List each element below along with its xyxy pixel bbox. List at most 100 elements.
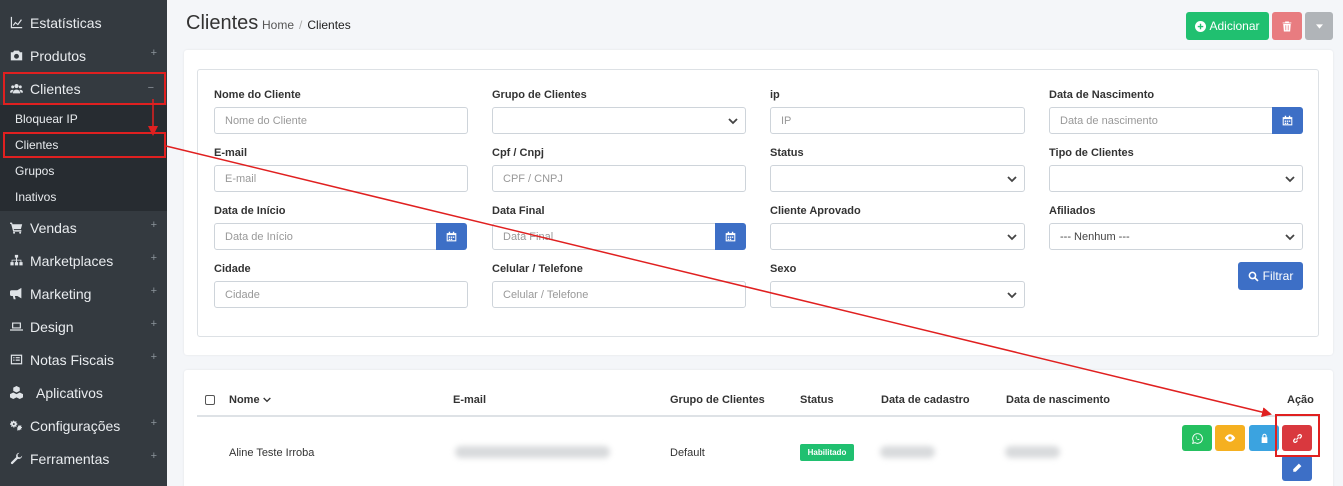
nav-item-clientes[interactable]: Clientes − (3, 72, 166, 105)
nav-item-vendas[interactable]: Vendas + (0, 211, 167, 244)
nav-label: Ferramentas (30, 450, 110, 467)
grupo-label: Grupo de Clientes (492, 89, 587, 101)
nav-label: Design (30, 318, 74, 335)
eye-icon (1224, 434, 1236, 442)
status-label: Status (770, 147, 804, 159)
afiliados-value: --- Nenhum --- (1060, 230, 1130, 243)
expand-icon[interactable]: + (151, 351, 157, 363)
whatsapp-icon (1191, 432, 1203, 444)
nav-label: Vendas (30, 219, 77, 236)
celular-label: Celular / Telefone (492, 263, 583, 275)
grupo-select[interactable] (492, 107, 746, 134)
column-header-email: E-mail (453, 394, 487, 406)
column-header-nome[interactable]: Nome (229, 394, 271, 406)
nascimento-calendar-button[interactable] (1272, 107, 1303, 134)
breadcrumb-separator: / (299, 18, 303, 32)
nome-input[interactable]: Nome do Cliente (214, 107, 468, 134)
expand-icon[interactable]: + (151, 219, 157, 231)
chevron-down-icon (1285, 176, 1295, 183)
ip-label: ip (770, 89, 780, 101)
nav-label: Marketing (30, 285, 92, 302)
final-input[interactable]: Data Final (492, 223, 716, 250)
nascimento-input[interactable]: Data de nascimento (1049, 107, 1273, 134)
nav-label: Configurações (30, 417, 121, 434)
filter-button[interactable]: Filtrar (1238, 262, 1303, 290)
cidade-label: Cidade (214, 263, 251, 275)
email-input[interactable]: E-mail (214, 165, 468, 192)
page-title: Clientes (186, 12, 259, 34)
nav-item-design[interactable]: Design + (0, 310, 167, 343)
cubes-icon (8, 386, 24, 400)
users-icon (8, 82, 24, 96)
column-header-cadastro: Data de cadastro (881, 394, 970, 406)
expand-icon[interactable]: + (151, 47, 157, 59)
expand-icon[interactable]: + (151, 252, 157, 264)
lock-icon (1261, 433, 1267, 443)
inicio-calendar-button[interactable] (436, 223, 467, 250)
add-button[interactable]: Adicionar (1186, 12, 1269, 40)
calendar-icon (1282, 115, 1293, 126)
expand-icon[interactable]: + (151, 285, 157, 297)
delete-button[interactable] (1272, 12, 1302, 40)
afiliados-label: Afiliados (1049, 205, 1096, 217)
chevron-down-icon (262, 397, 271, 403)
final-label: Data Final (492, 205, 545, 217)
cell-grupo: Default (670, 447, 705, 459)
camera-icon (8, 49, 24, 63)
cogs-icon (8, 419, 24, 433)
status-select[interactable] (770, 165, 1025, 192)
edit-button[interactable] (1282, 455, 1312, 481)
calendar-icon (446, 231, 457, 242)
sitemap-icon (8, 254, 24, 268)
nav-item-estatisticas[interactable]: Estatísticas (0, 6, 167, 39)
nav-item-ferramentas[interactable]: Ferramentas + (0, 442, 167, 475)
nav-item-produtos[interactable]: Produtos + (0, 39, 167, 72)
breadcrumb-home[interactable]: Home (262, 18, 294, 32)
clients-table-card (184, 370, 1333, 486)
nome-label: Nome do Cliente (214, 89, 301, 101)
more-options-button[interactable] (1305, 12, 1333, 40)
filter-button-label: Filtrar (1262, 269, 1294, 283)
aprovado-label: Cliente Aprovado (770, 205, 861, 217)
view-button[interactable] (1215, 425, 1245, 451)
whatsapp-button[interactable] (1182, 425, 1212, 451)
plus-circle-icon (1195, 20, 1207, 32)
celular-input[interactable]: Celular / Telefone (492, 281, 746, 308)
calendar-icon (725, 231, 736, 242)
select-all-checkbox[interactable] (205, 395, 215, 405)
breadcrumb: Home / Clientes (262, 18, 351, 32)
afiliados-select[interactable]: --- Nenhum --- (1049, 223, 1303, 250)
sidebar: Estatísticas Produtos + Clientes − Bloqu… (0, 0, 167, 486)
nav-label: Estatísticas (30, 14, 102, 31)
submenu-item-inativos[interactable]: Inativos (0, 184, 167, 210)
expand-icon[interactable]: + (151, 417, 157, 429)
ip-input[interactable]: IP (770, 107, 1025, 134)
status-badge: Habilitado (800, 444, 854, 461)
nav-item-aplicativos[interactable]: Aplicativos (0, 376, 167, 409)
laptop-icon (8, 320, 24, 334)
nav-item-marketplaces[interactable]: Marketplaces + (0, 244, 167, 277)
cidade-input[interactable]: Cidade (214, 281, 468, 308)
tipo-select[interactable] (1049, 165, 1303, 192)
cpf-label: Cpf / Cnpj (492, 147, 544, 159)
aprovado-select[interactable] (770, 223, 1025, 250)
search-icon (1248, 271, 1259, 282)
inicio-input[interactable]: Data de Início (214, 223, 437, 250)
nav-item-notas-fiscais[interactable]: Notas Fiscais + (0, 343, 167, 376)
submenu-item-bloquear-ip[interactable]: Bloquear IP (0, 106, 167, 132)
nav-item-configuracoes[interactable]: Configurações + (0, 409, 167, 442)
sexo-select[interactable] (770, 281, 1025, 308)
table-header-divider (197, 415, 1319, 417)
expand-icon[interactable]: + (151, 450, 157, 462)
submenu-item-clientes[interactable]: Clientes (3, 132, 166, 158)
collapse-icon[interactable]: − (148, 82, 154, 94)
expand-icon[interactable]: + (151, 318, 157, 330)
pencil-icon (1293, 463, 1302, 472)
final-calendar-button[interactable] (715, 223, 746, 250)
bullhorn-icon (8, 287, 24, 301)
submenu-item-grupos[interactable]: Grupos (0, 158, 167, 184)
cpf-input[interactable]: CPF / CNPJ (492, 165, 746, 192)
annotation-highlight-box (1275, 414, 1320, 457)
nav-item-marketing[interactable]: Marketing + (0, 277, 167, 310)
list-icon (8, 353, 24, 367)
